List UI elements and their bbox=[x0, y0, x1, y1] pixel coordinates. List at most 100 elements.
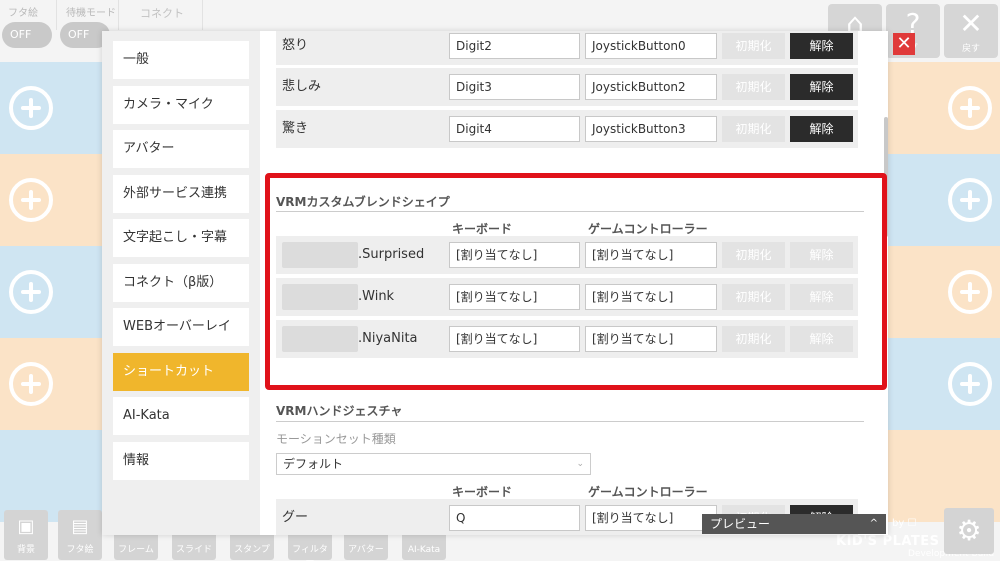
add-icon[interactable] bbox=[9, 178, 53, 222]
cover-icon: ▤ bbox=[71, 516, 89, 537]
scrollbar-track[interactable] bbox=[882, 31, 888, 535]
background-icon: ▣ bbox=[17, 516, 35, 537]
chevron-down-icon: ⌄ bbox=[576, 459, 584, 469]
settings-button[interactable]: ⚙ bbox=[944, 508, 994, 554]
controller-key-field[interactable]: [割り当てなし] bbox=[585, 284, 717, 310]
tool-label: スタンプ bbox=[234, 545, 270, 555]
shortcut-row-anger: 怒り Digit2 JoystickButton0 初期化 解除 bbox=[276, 31, 858, 65]
clear-button[interactable]: 解除 bbox=[790, 33, 853, 59]
tool-label: 背景 bbox=[16, 545, 35, 555]
row-label: 怒り bbox=[282, 38, 309, 53]
tool-cover[interactable]: ▤ フタ絵 bbox=[58, 510, 102, 560]
reset-button[interactable]: 初期化 bbox=[722, 284, 785, 310]
back-button[interactable]: ✕ 戻す bbox=[944, 4, 998, 58]
sidebar-item-web-overlay[interactable]: WEBオーバーレイ bbox=[113, 308, 249, 346]
close-icon: ✕ bbox=[959, 7, 983, 40]
clear-button[interactable]: 解除 bbox=[790, 74, 853, 100]
clear-button[interactable]: 解除 bbox=[790, 116, 853, 142]
reset-button[interactable]: 初期化 bbox=[722, 326, 785, 352]
preview-panel-toggle[interactable]: プレビュー ^ bbox=[702, 514, 886, 534]
reset-button[interactable]: 初期化 bbox=[722, 74, 785, 100]
keyboard-key-field[interactable]: [割り当てなし] bbox=[449, 326, 580, 352]
row-label: 悲しみ bbox=[282, 79, 322, 94]
sidebar-item-external-services[interactable]: 外部サービス連携 bbox=[113, 175, 249, 213]
clear-button[interactable]: 解除 bbox=[790, 326, 853, 352]
vrm-custom-row-surprised: .Surprised [割り当てなし] [割り当てなし] 初期化 解除 bbox=[276, 236, 858, 274]
cover-toggle[interactable]: OFF bbox=[2, 22, 52, 48]
keyboard-key-field[interactable]: Digit2 bbox=[449, 33, 580, 59]
sidebar-item-aikata[interactable]: AI-Kata bbox=[113, 397, 249, 435]
add-icon[interactable] bbox=[948, 362, 992, 406]
row-label: 驚き bbox=[282, 121, 309, 136]
back-caption: 戻す bbox=[961, 44, 980, 54]
keyboard-key-field[interactable]: Digit3 bbox=[449, 74, 580, 100]
tool-label: フタ絵 bbox=[66, 545, 94, 555]
tool-label: アバター bbox=[348, 545, 384, 555]
grid-cell[interactable] bbox=[0, 246, 62, 338]
blendshape-name: .NiyaNita bbox=[358, 331, 418, 346]
blendshape-name: .Surprised bbox=[358, 247, 425, 262]
gear-icon: ⚙ bbox=[956, 514, 982, 547]
grid-cell[interactable] bbox=[0, 338, 62, 430]
keyboard-column-header: キーボード bbox=[452, 222, 513, 236]
controller-column-header: ゲームコントローラー bbox=[588, 222, 708, 236]
shortcut-settings-panel: 怒り Digit2 JoystickButton0 初期化 解除 悲しみ Dig… bbox=[260, 31, 888, 535]
sidebar-item-avatar[interactable]: アバター bbox=[113, 130, 249, 168]
sidebar-item-shortcut[interactable]: ショートカット bbox=[113, 353, 249, 391]
keyboard-key-field[interactable]: [割り当てなし] bbox=[449, 242, 580, 268]
grid-cell[interactable] bbox=[938, 154, 1000, 246]
tool-background[interactable]: ▣ 背景 bbox=[4, 510, 48, 560]
preview-label: プレビュー bbox=[710, 517, 771, 531]
divider bbox=[118, 0, 119, 30]
clear-button[interactable]: 解除 bbox=[790, 284, 853, 310]
grid-cell[interactable] bbox=[938, 246, 1000, 338]
scrollbar-thumb[interactable] bbox=[884, 117, 888, 237]
add-icon[interactable] bbox=[9, 86, 53, 130]
grid-cell[interactable] bbox=[0, 154, 62, 246]
blendshape-name: .Wink bbox=[358, 289, 395, 304]
keyboard-key-field[interactable]: Digit4 bbox=[449, 116, 580, 142]
controller-key-field[interactable]: [割り当てなし] bbox=[585, 505, 717, 531]
divider bbox=[56, 0, 57, 30]
reset-button[interactable]: 初期化 bbox=[722, 242, 785, 268]
vrm-custom-row-niyanita: .NiyaNita [割り当てなし] [割り当てなし] 初期化 解除 bbox=[276, 320, 858, 358]
row-label: .Surprised bbox=[282, 236, 424, 274]
reset-button[interactable]: 初期化 bbox=[722, 33, 785, 59]
sidebar-item-transcription[interactable]: 文字起こし・字幕 bbox=[113, 219, 249, 257]
add-icon[interactable] bbox=[948, 86, 992, 130]
add-icon[interactable] bbox=[9, 270, 53, 314]
redacted-name bbox=[282, 241, 358, 268]
keyboard-key-field[interactable]: [割り当てなし] bbox=[449, 284, 580, 310]
controller-key-field[interactable]: [割り当てなし] bbox=[585, 242, 717, 268]
sidebar-item-camera-mic[interactable]: カメラ・マイク bbox=[113, 86, 249, 124]
sidebar-item-connect[interactable]: コネクト（β版） bbox=[113, 264, 249, 302]
settings-modal: 一般 カメラ・マイク アバター 外部サービス連携 文字起こし・字幕 コネクト（β… bbox=[102, 31, 888, 535]
controller-key-field[interactable]: [割り当てなし] bbox=[585, 326, 717, 352]
controller-key-field[interactable]: JoystickButton0 bbox=[585, 33, 717, 59]
hand-gesture-section-title: VRMハンドジェスチャ bbox=[276, 404, 403, 418]
divider bbox=[202, 0, 203, 30]
grid-cell[interactable] bbox=[938, 338, 1000, 430]
chevron-up-icon: ^ bbox=[869, 518, 878, 529]
row-label: .NiyaNita bbox=[282, 320, 418, 358]
modal-close-button[interactable]: ✕ bbox=[893, 33, 915, 55]
tool-label: スライド bbox=[175, 545, 212, 555]
grid-cell[interactable] bbox=[0, 62, 62, 154]
shortcut-row-surprise: 驚き Digit4 JoystickButton3 初期化 解除 bbox=[276, 110, 858, 148]
controller-key-field[interactable]: JoystickButton3 bbox=[585, 116, 717, 142]
add-icon[interactable] bbox=[9, 362, 53, 406]
section-divider bbox=[276, 211, 864, 212]
motion-set-select[interactable]: デフォルト ⌄ bbox=[276, 453, 591, 475]
add-icon[interactable] bbox=[948, 178, 992, 222]
tool-label: AI-Kata bbox=[407, 545, 441, 555]
settings-sidebar: 一般 カメラ・マイク アバター 外部サービス連携 文字起こし・字幕 コネクト（β… bbox=[102, 31, 260, 535]
grid-cell[interactable] bbox=[938, 62, 1000, 154]
keyboard-key-field[interactable]: Q bbox=[449, 505, 580, 531]
sidebar-item-general[interactable]: 一般 bbox=[113, 41, 249, 79]
sidebar-item-info[interactable]: 情報 bbox=[113, 442, 249, 480]
reset-button[interactable]: 初期化 bbox=[722, 116, 785, 142]
controller-key-field[interactable]: JoystickButton2 bbox=[585, 74, 717, 100]
connect-label: コネクト bbox=[140, 7, 184, 20]
add-icon[interactable] bbox=[948, 270, 992, 314]
clear-button[interactable]: 解除 bbox=[790, 242, 853, 268]
